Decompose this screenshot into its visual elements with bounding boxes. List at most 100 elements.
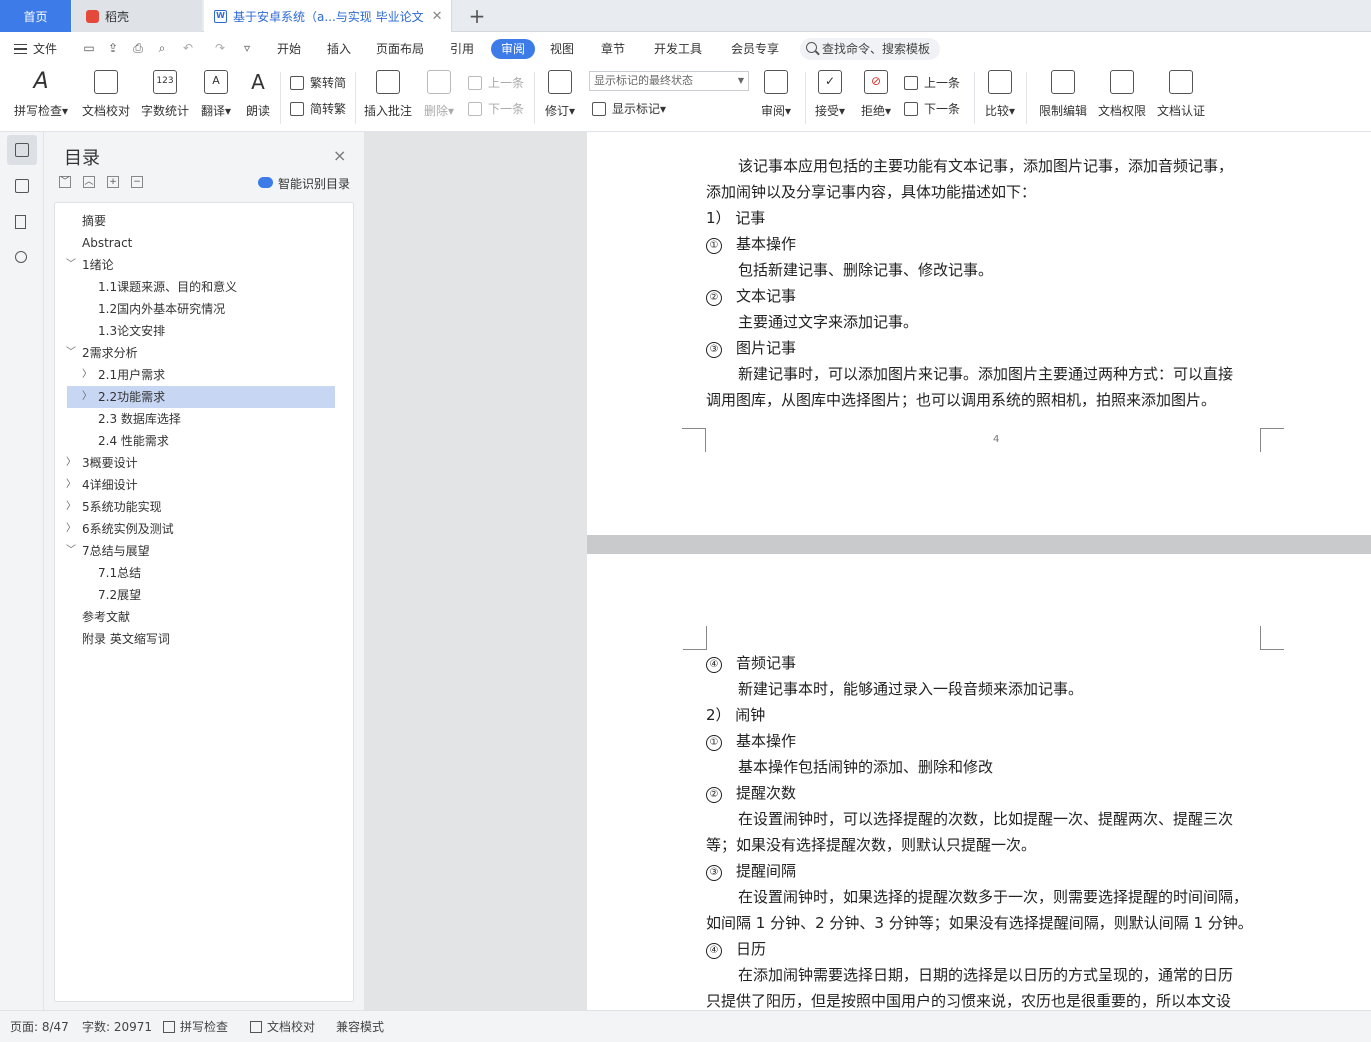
document-line[interactable]: 基本操作包括闹钟的添加、删除和修改 xyxy=(738,754,993,780)
delete-comment-button[interactable]: 删除▾ xyxy=(422,70,456,128)
menu-dev-tools[interactable]: 开发工具 xyxy=(654,39,702,59)
remove-heading-icon[interactable]: − xyxy=(131,176,143,188)
close-tab-icon[interactable]: ✕ xyxy=(432,9,443,24)
document-line[interactable]: 1） 记事 xyxy=(706,205,765,231)
command-search[interactable]: 查找命令、搜索模板 xyxy=(800,38,940,60)
chevron-right-icon[interactable]: 〉 xyxy=(65,474,77,496)
document-line[interactable]: ④ 音频记事 xyxy=(706,650,796,676)
document-line[interactable]: 等；如果没有选择提醒次数，则默认只提醒一次。 xyxy=(706,832,1036,858)
review-pane-button[interactable]: 审阅▾ xyxy=(758,70,794,128)
smart-toc-button[interactable]: 智能识别目录 xyxy=(258,175,350,192)
menu-insert[interactable]: 插入 xyxy=(327,39,351,59)
document-line[interactable]: 包括新建记事、删除记事、修改记事。 xyxy=(738,257,993,283)
chevron-down-icon[interactable]: ﹀ xyxy=(65,342,77,364)
menu-reference[interactable]: 引用 xyxy=(450,39,474,59)
toc-item[interactable]: 〉 2.2功能需求 xyxy=(67,386,335,408)
document-line[interactable]: ② 提醒次数 xyxy=(706,780,796,806)
spell-check-toggle[interactable]: 拼写检查 xyxy=(163,1019,228,1035)
toc-item[interactable]: ﹀ 1绪论 xyxy=(65,254,335,276)
accept-button[interactable]: ✓ 接受▾ xyxy=(812,70,848,128)
toc-nav-button[interactable] xyxy=(7,135,37,165)
document-line[interactable]: 该记事本应用包括的主要功能有文本记事，添加图片记事，添加音频记事， xyxy=(738,153,1233,179)
chevron-right-icon[interactable]: 〉 xyxy=(65,518,77,540)
chapter-nav-button[interactable] xyxy=(7,171,37,201)
chevron-down-icon[interactable]: ﹀ xyxy=(65,540,77,562)
menu-member[interactable]: 会员专享 xyxy=(731,39,779,59)
toc-close-icon[interactable]: × xyxy=(333,146,346,165)
customize-toolbar-icon[interactable]: ▿ xyxy=(240,41,254,55)
translate-button[interactable]: A 翻译▾ xyxy=(198,70,234,128)
chevron-down-icon[interactable]: ﹀ xyxy=(65,254,77,276)
chevron-right-icon[interactable]: 〉 xyxy=(81,364,93,386)
toc-item[interactable]: Abstract xyxy=(67,232,335,254)
document-line[interactable]: ③ 提醒间隔 xyxy=(706,858,796,884)
toc-item[interactable]: 7.2展望 xyxy=(67,584,335,606)
tab-daoke[interactable]: 稻壳 xyxy=(72,0,202,32)
insert-comment-button[interactable]: 插入批注 xyxy=(362,70,414,128)
doc-check-button[interactable]: 文档校对 xyxy=(80,70,132,128)
toc-item[interactable]: 附录 英文缩写词 xyxy=(67,628,335,650)
chevron-right-icon[interactable]: 〉 xyxy=(65,496,77,518)
prev-comment-button[interactable]: 上一条 xyxy=(468,73,524,93)
word-count-indicator[interactable]: 字数: 20971 xyxy=(82,1019,152,1035)
toc-item[interactable]: 〉 2.1用户需求 xyxy=(67,364,335,386)
simp-to-trad-button[interactable]: 简转繁 xyxy=(290,99,346,119)
reject-button[interactable]: ⊘ 拒绝▾ xyxy=(858,70,894,128)
document-line[interactable]: 在设置闹钟时，如果选择的提醒次数多于一次，则需要选择提醒的时间间隔， xyxy=(738,884,1248,910)
redo-icon[interactable]: ↷ xyxy=(213,41,227,55)
toc-item[interactable]: 1.2国内外基本研究情况 xyxy=(67,298,335,320)
bookmark-nav-button[interactable] xyxy=(7,207,37,237)
word-count-button[interactable]: 123 字数统计 xyxy=(140,70,190,128)
menu-view[interactable]: 视图 xyxy=(550,39,574,59)
read-aloud-button[interactable]: A 朗读 xyxy=(243,70,273,128)
tab-home[interactable]: 首页 xyxy=(0,0,71,32)
document-line[interactable]: 新建记事本时，能够通过录入一段音频来添加记事。 xyxy=(738,676,1083,702)
output-icon[interactable]: ⇪ xyxy=(106,41,120,55)
document-line[interactable]: 只提供了阳历，但是按照中国用户的习惯来说，农历也是很重要的，所以本文设 xyxy=(706,988,1231,1010)
toc-item[interactable]: ﹀ 7总结与展望 xyxy=(65,540,335,562)
document-line[interactable]: 新建记事时，可以添加图片来记事。添加图片主要通过两种方式：可以直接 xyxy=(738,361,1233,387)
document-canvas[interactable]: 该记事本应用包括的主要功能有文本记事，添加图片记事，添加音频记事， 添加闹钟以及分… xyxy=(364,132,1371,1010)
save-icon[interactable]: ▭ xyxy=(82,41,96,55)
markup-state-select[interactable]: 显示标记的最终状态 ▼ xyxy=(589,71,749,91)
document-line[interactable]: 主要通过文字来添加记事。 xyxy=(738,309,918,335)
menu-chapter[interactable]: 章节 xyxy=(601,39,625,59)
spell-check-button[interactable]: A 拼写检查▾ xyxy=(10,70,72,128)
document-line[interactable]: 2） 闹钟 xyxy=(706,702,765,728)
chevron-right-icon[interactable]: 〉 xyxy=(81,386,93,408)
show-markup-button[interactable]: 显示标记▾ xyxy=(592,99,666,119)
document-line[interactable]: 添加闹钟以及分享记事内容，具体功能描述如下： xyxy=(706,179,1036,205)
document-line[interactable]: ① 基本操作 xyxy=(706,728,796,754)
menu-page-layout[interactable]: 页面布局 xyxy=(376,39,424,59)
new-tab-button[interactable]: + xyxy=(466,0,488,32)
toc-item[interactable]: 〉 6系统实例及测试 xyxy=(65,518,335,540)
chevron-right-icon[interactable]: 〉 xyxy=(65,452,77,474)
document-line[interactable]: 如间隔 1 分钟、2 分钟、3 分钟等；如果没有选择提醒间隔，则默认间隔 1 分… xyxy=(706,910,1253,936)
toc-item[interactable]: 7.1总结 xyxy=(67,562,335,584)
trad-to-simp-button[interactable]: 繁转简 xyxy=(290,73,346,93)
toc-item[interactable]: 摘要 xyxy=(67,210,335,232)
find-nav-button[interactable] xyxy=(7,243,37,273)
undo-icon[interactable]: ↶ xyxy=(181,41,195,55)
print-icon[interactable]: ⎙ xyxy=(131,41,145,55)
print-preview-icon[interactable]: ⌕ xyxy=(155,41,169,55)
collapse-all-icon[interactable]: ﹀ xyxy=(59,176,71,188)
document-page[interactable]: 该记事本应用包括的主要功能有文本记事，添加图片记事，添加音频记事， 添加闹钟以及分… xyxy=(587,132,1371,535)
next-change-button[interactable]: 下一条 xyxy=(904,99,960,119)
document-line[interactable]: ② 文本记事 xyxy=(706,283,796,309)
document-line[interactable]: ③ 图片记事 xyxy=(706,335,796,361)
document-line[interactable]: ④ 日历 xyxy=(706,936,766,962)
toc-item[interactable]: 〉 4详细设计 xyxy=(65,474,335,496)
track-changes-button[interactable]: 修订▾ xyxy=(541,70,579,128)
add-heading-icon[interactable]: + xyxy=(107,176,119,188)
toc-item[interactable]: ﹀ 2需求分析 xyxy=(65,342,335,364)
doc-proof-toggle[interactable]: 文档校对 xyxy=(250,1019,315,1035)
tab-document[interactable]: W 基于安卓系统（a...与实现 毕业论文 ✕ xyxy=(204,0,452,32)
file-menu[interactable]: 文件 xyxy=(14,39,57,59)
menu-review[interactable]: 审阅 xyxy=(491,39,536,59)
toc-item[interactable]: 1.3论文安排 xyxy=(67,320,335,342)
toc-item[interactable]: 〉 5系统功能实现 xyxy=(65,496,335,518)
next-comment-button[interactable]: 下一条 xyxy=(468,99,524,119)
compare-button[interactable]: 比较▾ xyxy=(981,70,1019,128)
doc-certify-button[interactable]: 文档认证 xyxy=(1155,70,1207,128)
